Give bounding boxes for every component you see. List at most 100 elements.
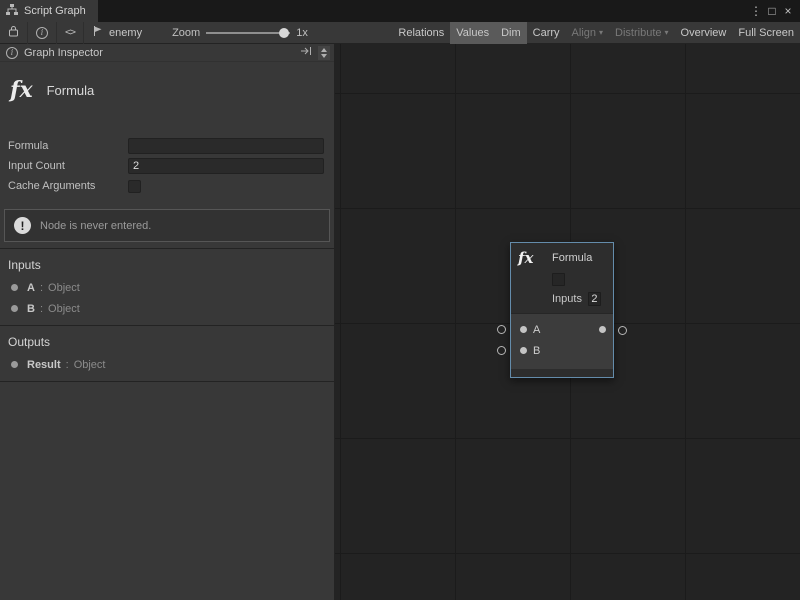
warning-box: ! Node is never entered. [4, 209, 330, 242]
dim-label: Dim [501, 27, 521, 39]
chevron-down-icon: ▾ [665, 28, 669, 37]
close-icon[interactable]: × [780, 4, 796, 18]
connection-point-left-a[interactable] [497, 325, 506, 334]
graph-name: enemy [109, 27, 142, 39]
zoom-label: Zoom [172, 27, 200, 39]
carry-button[interactable]: Carry [527, 22, 566, 44]
fx-icon: fx [518, 249, 552, 267]
toolbar-buttons: Relations Values Dim Carry Align▾ Distri… [392, 22, 800, 44]
formula-input[interactable] [128, 138, 324, 154]
info-icon[interactable]: i [36, 27, 48, 39]
port-separator: : [40, 282, 43, 294]
inspector-header: i Graph Inspector [0, 44, 334, 62]
values-button[interactable]: Values [450, 22, 495, 44]
info-icon: i [6, 47, 18, 59]
port-dot-icon [11, 305, 18, 312]
warning-icon: ! [14, 217, 31, 234]
unit-name: Formula [47, 83, 95, 98]
output-port-dot[interactable] [599, 326, 606, 333]
tab-script-graph[interactable]: Script Graph [0, 0, 98, 22]
node-inputs-label: Inputs [552, 293, 582, 305]
chevron-down-icon: ▾ [599, 28, 603, 37]
tab-label: Script Graph [24, 5, 86, 17]
port-dot-icon [11, 284, 18, 291]
port-type: Object [48, 282, 80, 294]
port-label: B [533, 345, 540, 357]
node-port-row-b: B [511, 340, 613, 361]
input-port-b: B : Object [0, 298, 334, 319]
code-view-icon[interactable]: <> [65, 27, 75, 38]
graph-asset-icon [92, 25, 104, 40]
port-label: A [533, 324, 540, 336]
kebab-menu-icon[interactable]: ⋮ [748, 4, 764, 18]
zoom-slider-handle[interactable] [279, 28, 289, 38]
zoom-slider[interactable] [206, 32, 290, 34]
input-count-field-row: Input Count [0, 156, 334, 176]
node-port-row-a: A [511, 319, 613, 340]
input-port-a-dot[interactable] [520, 326, 527, 333]
input-count-field-label: Input Count [8, 160, 128, 172]
unit-fields: Formula Input Count Cache Arguments [0, 136, 334, 196]
graph-canvas[interactable]: fx Formula Inputs 2 A B [335, 44, 800, 600]
relations-button[interactable]: Relations [392, 22, 450, 44]
full-screen-button[interactable]: Full Screen [732, 22, 800, 44]
unit-title-block: fx Formula [0, 62, 334, 118]
full-screen-label: Full Screen [738, 27, 794, 39]
cache-arguments-field-label: Cache Arguments [8, 180, 128, 192]
divider [0, 381, 334, 382]
input-port-a: A : Object [0, 277, 334, 298]
port-name: Result [27, 359, 61, 371]
connection-point-right[interactable] [618, 326, 627, 335]
info-group: i [28, 22, 57, 44]
port-separator: : [66, 359, 69, 371]
outputs-section-header: Outputs [0, 326, 334, 354]
inspector-header-controls [300, 46, 330, 60]
zoom-control: Zoom 1x [172, 27, 308, 39]
overview-label: Overview [681, 27, 727, 39]
graph-inspector-panel: i Graph Inspector fx Formula Formula [0, 44, 335, 600]
window-controls: ⋮ □ × [748, 0, 800, 22]
graph-breadcrumb[interactable]: enemy [92, 25, 142, 40]
maximize-icon[interactable]: □ [764, 4, 780, 18]
unity-window: Script Graph ⋮ □ × i <> enemy Zoom [0, 0, 800, 600]
tab-bar: Script Graph ⋮ □ × [0, 0, 800, 22]
inspector-title: Graph Inspector [24, 47, 103, 59]
input-count-input[interactable] [128, 158, 324, 174]
node-input-count-field[interactable]: 2 [588, 292, 601, 306]
node-title: Formula [552, 252, 592, 264]
cache-arguments-checkbox[interactable] [128, 180, 141, 193]
align-label: Align [572, 27, 596, 39]
dim-button[interactable]: Dim [495, 22, 527, 44]
output-port-result: Result : Object [0, 354, 334, 375]
node-formula-field[interactable] [552, 273, 565, 286]
graph-toolbar: i <> enemy Zoom 1x Relations Values Dim … [0, 22, 800, 44]
input-port-b-dot[interactable] [520, 347, 527, 354]
lock-icon[interactable] [8, 25, 19, 40]
cache-arguments-field-row: Cache Arguments [0, 176, 334, 196]
port-separator: : [40, 303, 43, 315]
script-graph-icon [6, 4, 18, 19]
node-title-row: fx Formula [518, 248, 607, 268]
dock-icon[interactable] [300, 46, 312, 59]
relations-label: Relations [398, 27, 444, 39]
formula-field-row: Formula [0, 136, 334, 156]
zoom-value: 1x [296, 27, 308, 39]
code-group: <> [57, 22, 84, 44]
spinner-down-icon[interactable] [321, 54, 327, 58]
port-type: Object [74, 359, 106, 371]
port-name: A [27, 282, 35, 294]
panel-spinner[interactable] [318, 46, 330, 60]
inputs-section-header: Inputs [0, 249, 334, 277]
formula-field-label: Formula [8, 140, 128, 152]
port-dot-icon [11, 361, 18, 368]
formula-node[interactable]: fx Formula Inputs 2 A B [510, 242, 614, 378]
overview-button[interactable]: Overview [675, 22, 733, 44]
connection-point-left-b[interactable] [497, 346, 506, 355]
distribute-label: Distribute [615, 27, 661, 39]
distribute-button[interactable]: Distribute ▾ [609, 22, 674, 44]
node-ports-section: A B [511, 313, 613, 369]
carry-label: Carry [533, 27, 560, 39]
spinner-up-icon[interactable] [321, 48, 327, 52]
node-header: fx Formula Inputs 2 [511, 243, 613, 307]
align-button[interactable]: Align▾ [566, 22, 609, 44]
